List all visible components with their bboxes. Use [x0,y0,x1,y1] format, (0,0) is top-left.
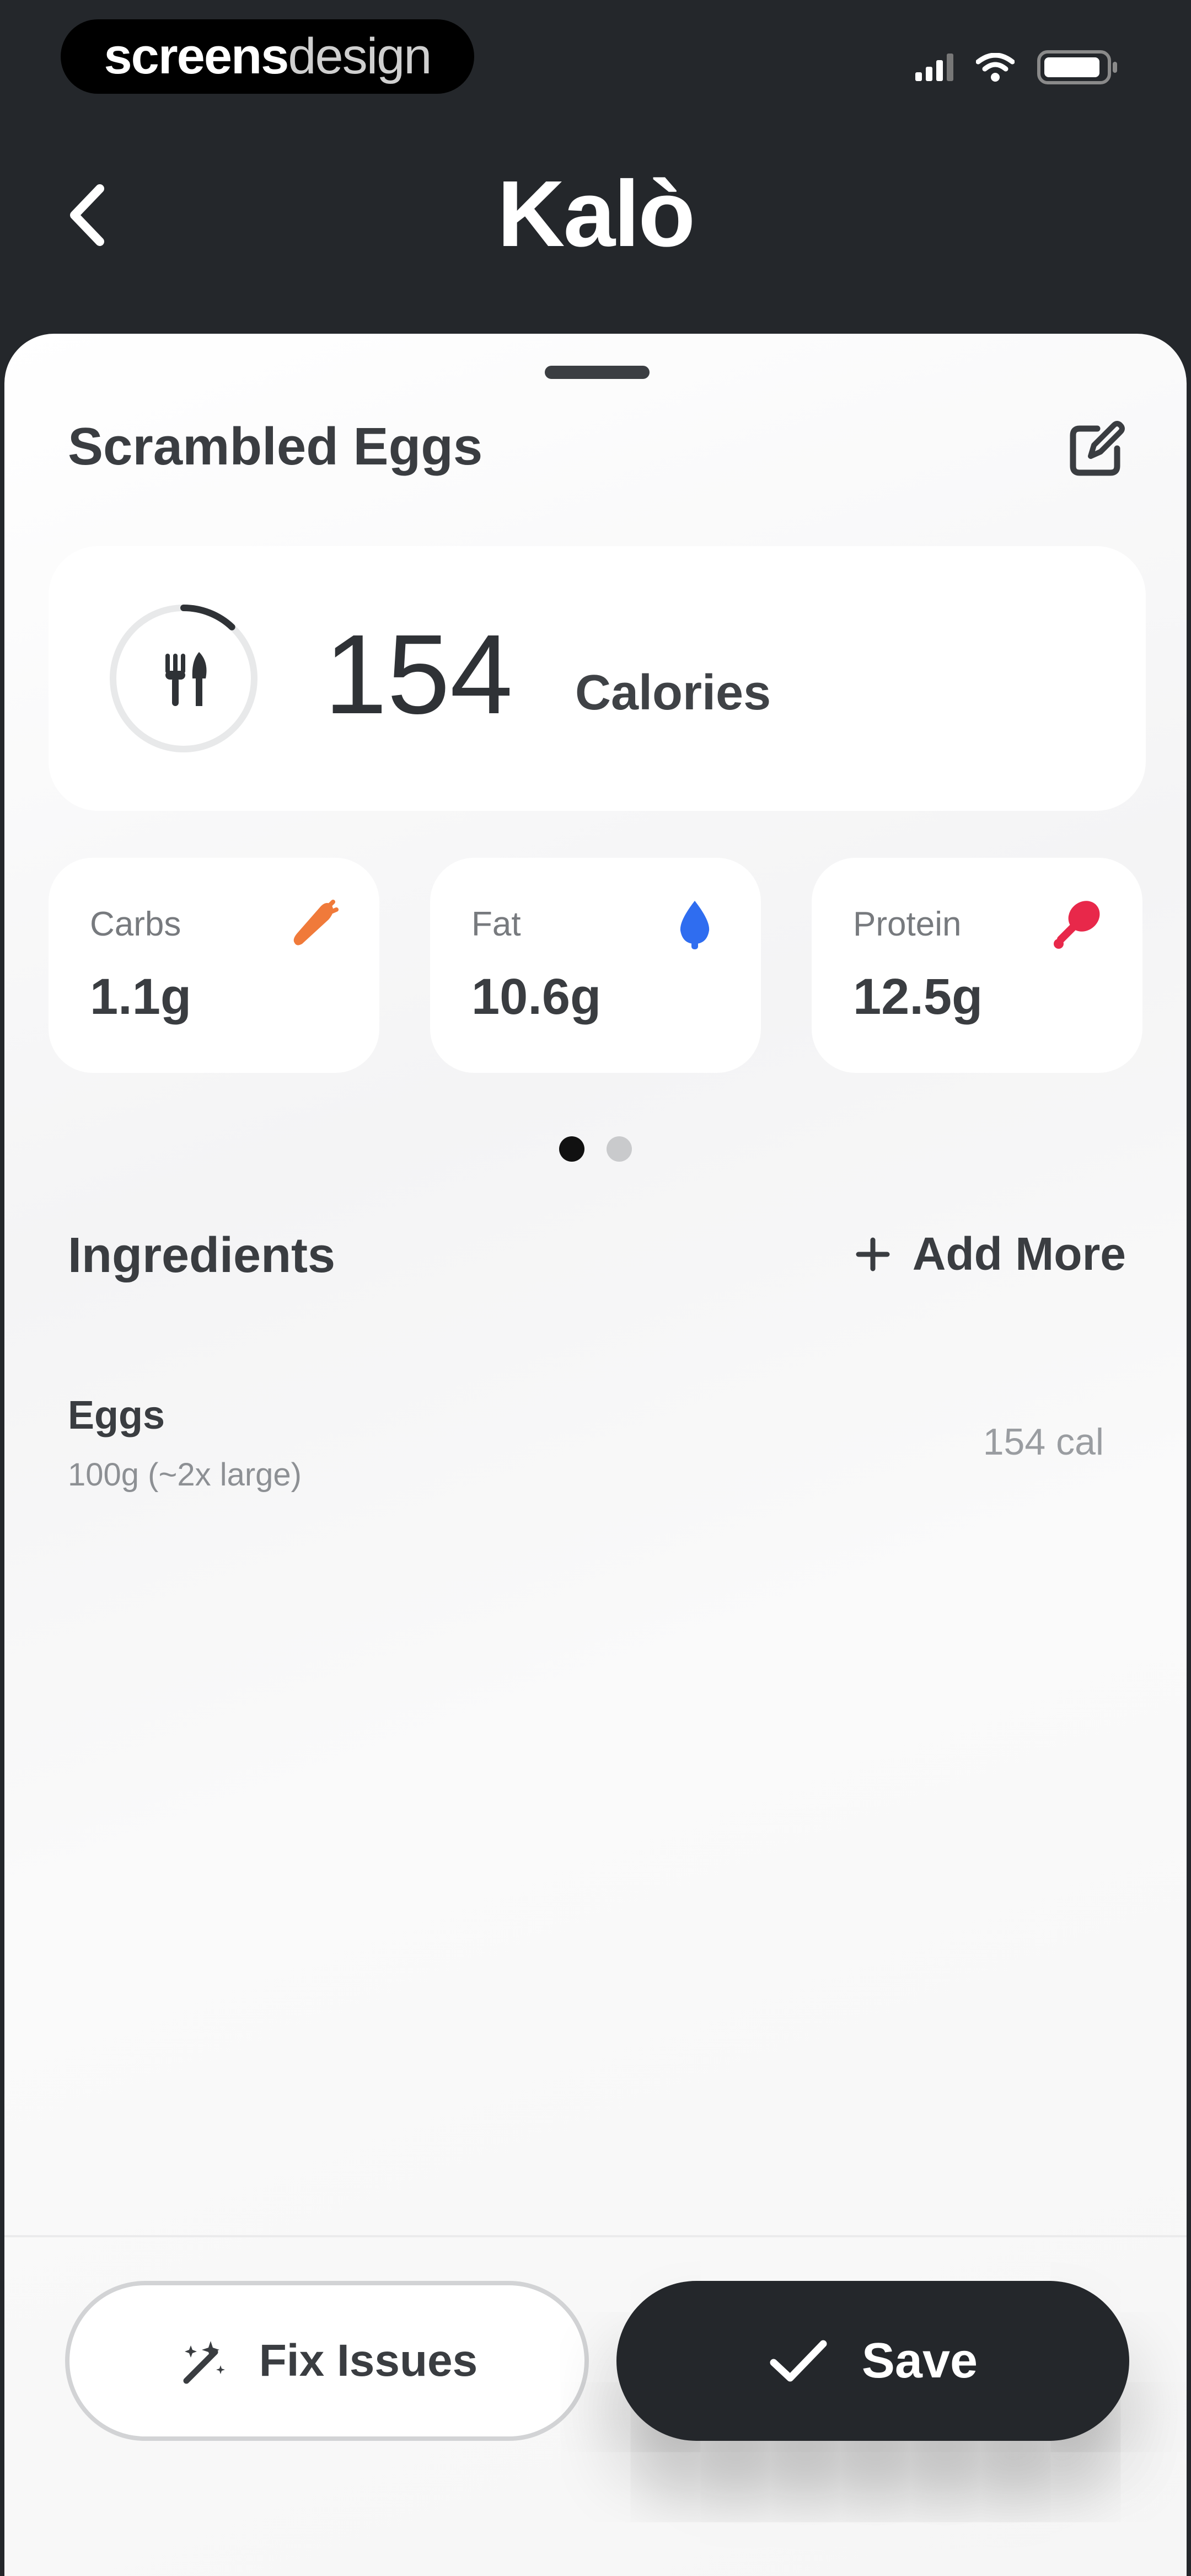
brand-watermark: screens design [61,19,474,94]
add-more-button[interactable]: Add More [855,1227,1126,1281]
checkmark-icon [770,2340,827,2382]
macro-value: 10.6g [471,969,602,1025]
carrot-icon [293,900,339,945]
edit-icon [1070,421,1125,476]
fix-issues-button[interactable]: Fix Issues [65,2281,589,2441]
fix-issues-label: Fix Issues [259,2335,478,2386]
save-label: Save [861,2333,978,2388]
calories-card[interactable]: 154 Calories [49,546,1146,811]
calorie-progress-ring [110,605,257,752]
app-title: Kalò [497,162,695,266]
signal-icon [915,54,953,81]
top-bar: screens design Kalò [0,0,1191,353]
drop-icon [680,901,710,949]
calories-value: 154 [324,611,513,737]
ingredient-calories: 154 cal [983,1421,1104,1463]
macro-card-protein[interactable]: Protein 12.5g [812,858,1142,1073]
wifi-icon [976,53,1015,82]
page-dot[interactable] [559,1136,584,1162]
macro-value: 12.5g [853,969,983,1025]
macro-name: Fat [471,905,521,943]
edit-meal-button[interactable] [1063,416,1129,483]
ingredients-heading: Ingredients [68,1228,336,1283]
plus-icon [856,1237,890,1271]
macro-card-carbs[interactable]: Carbs 1.1g [49,858,379,1073]
divider [4,2235,1187,2237]
page-dot[interactable] [607,1136,632,1162]
status-icons [915,50,1119,85]
macro-name: Carbs [90,905,181,943]
page-indicator[interactable] [4,1136,1187,1162]
brand-light-text: design [288,28,432,84]
meal-detail-sheet: Scrambled Eggs 154 Calories Carbs 1.1g F… [4,334,1187,2576]
drumstick-icon [1054,901,1100,949]
macro-name: Protein [853,905,962,943]
fork-knife-icon [165,652,207,706]
brand-bold-text: screens [104,28,289,84]
macro-card-fat[interactable]: Fat 10.6g [430,858,761,1073]
magic-wand-icon [183,2341,225,2384]
ingredient-quantity: 100g (~2x large) [68,1457,302,1493]
calories-label: Calories [575,665,771,720]
macro-value: 1.1g [90,969,192,1025]
sheet-grabber[interactable] [545,366,650,379]
battery-icon [1037,50,1117,84]
add-more-label: Add More [912,1228,1126,1280]
meal-title: Scrambled Eggs [68,417,483,476]
save-button[interactable]: Save [616,2281,1129,2441]
ingredient-name: Eggs [68,1393,165,1437]
